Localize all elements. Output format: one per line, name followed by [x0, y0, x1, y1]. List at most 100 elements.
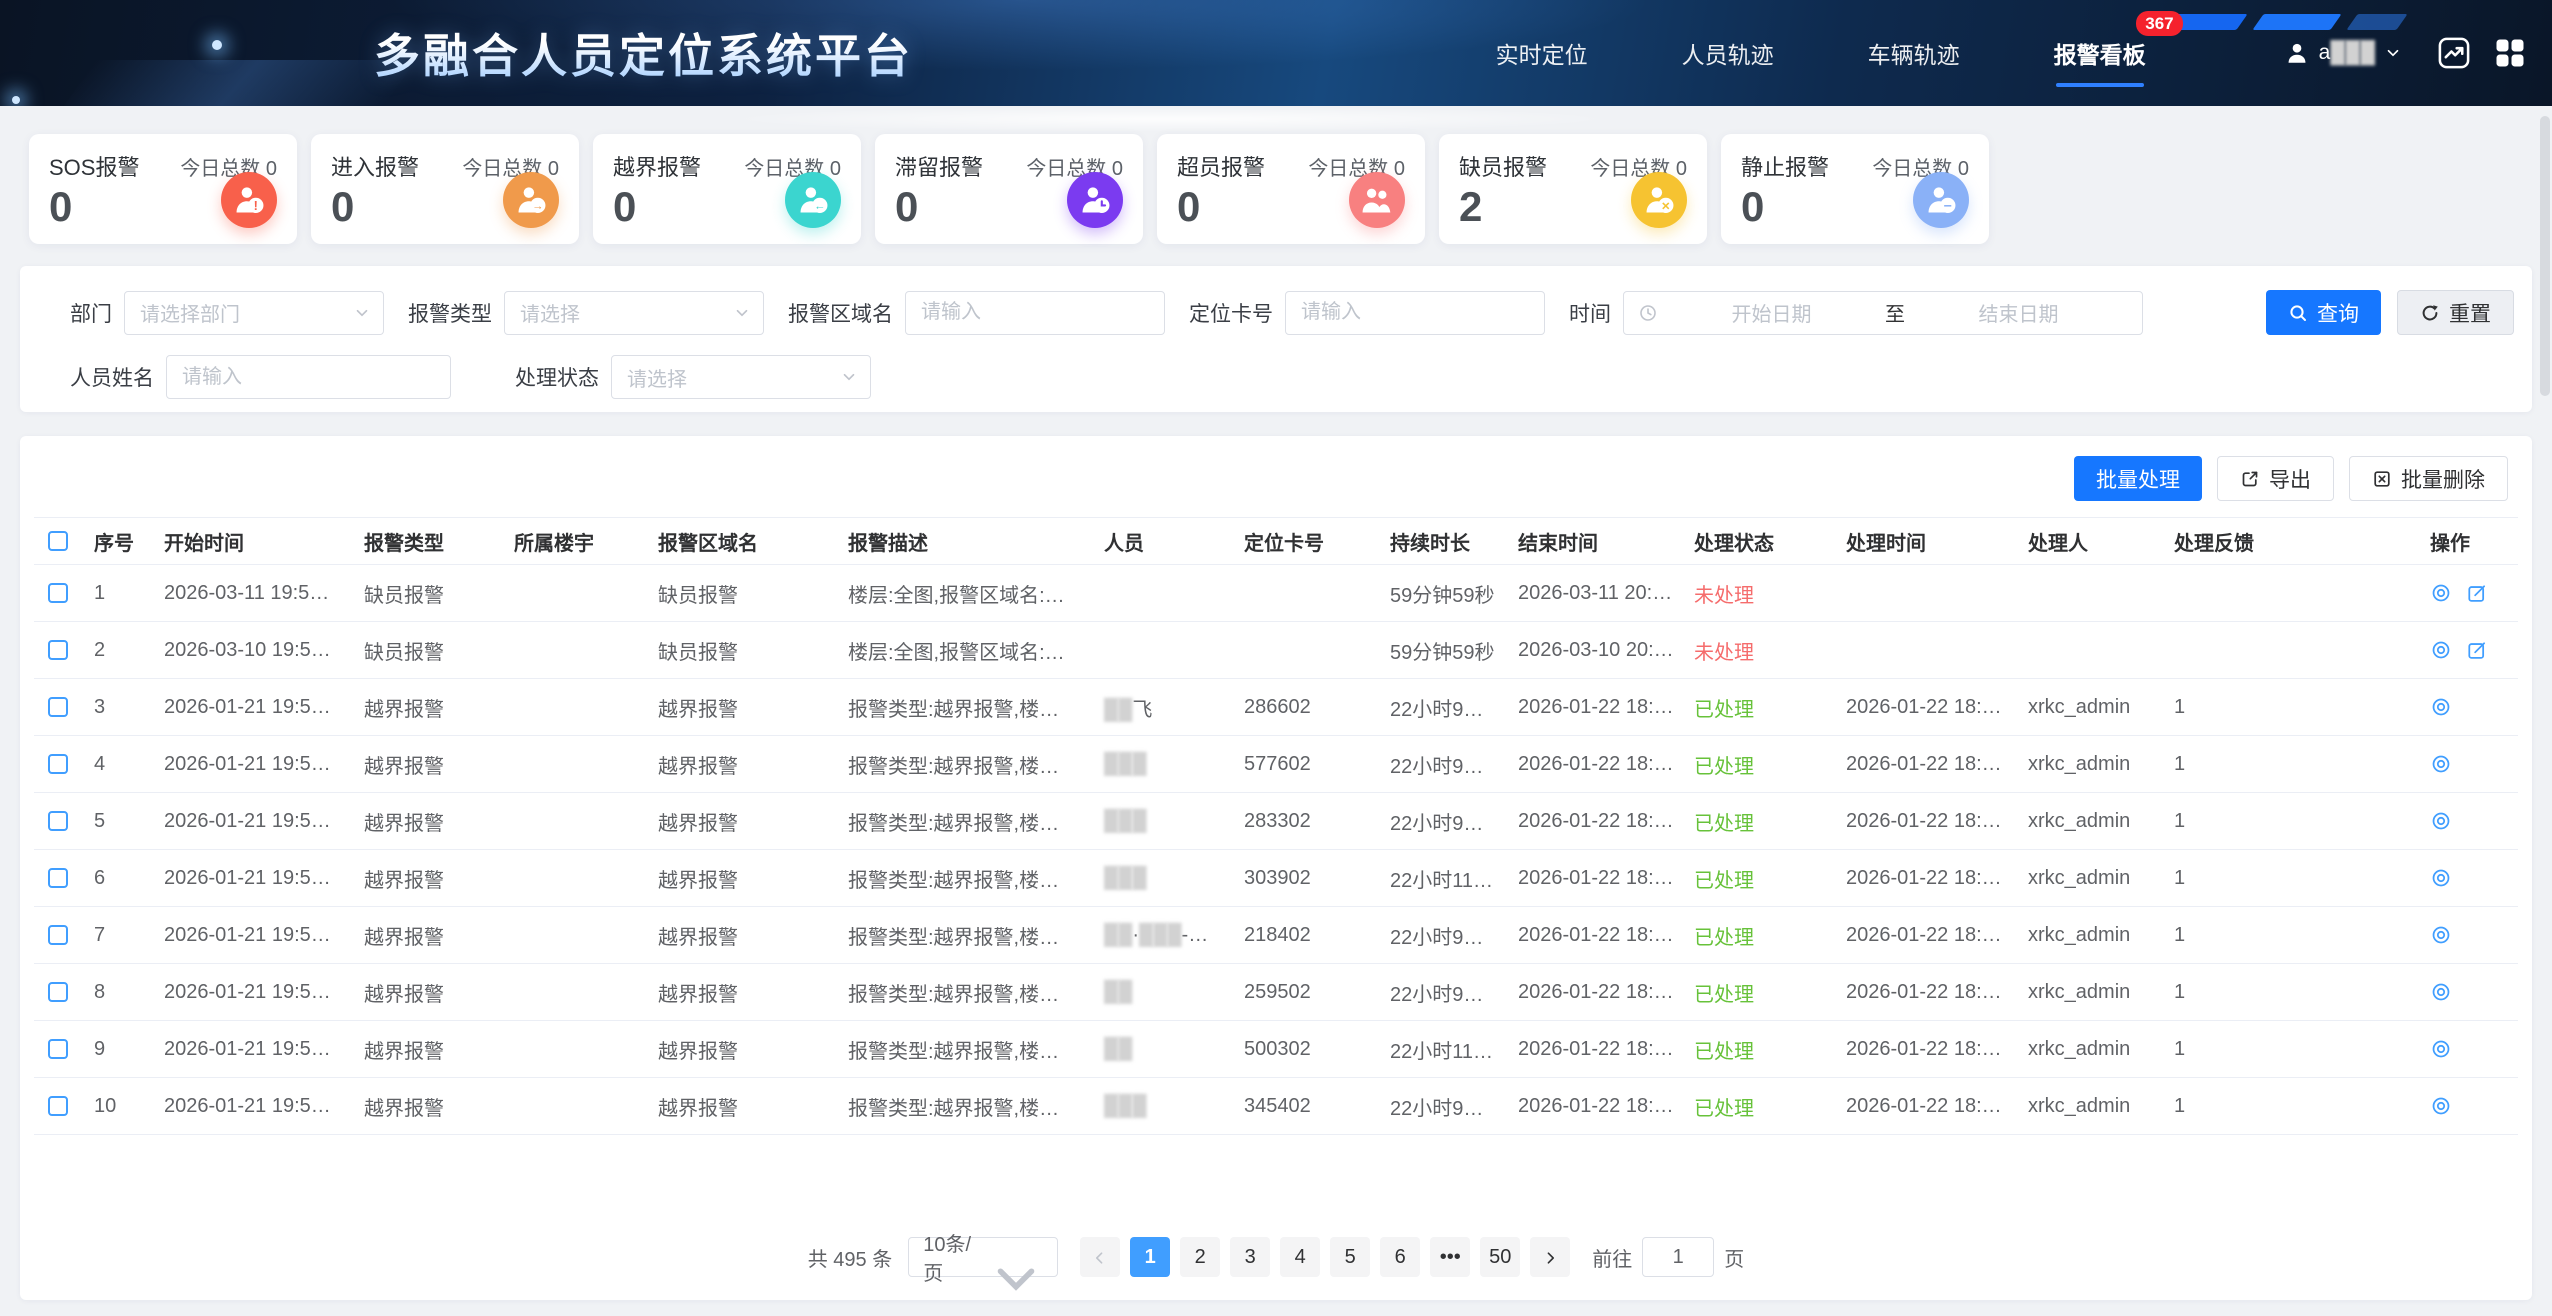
card-no-input[interactable]: [1285, 291, 1545, 335]
page-button-1[interactable]: 1: [1130, 1237, 1170, 1277]
cell: 3: [82, 679, 152, 736]
goto-page-input[interactable]: [1642, 1237, 1714, 1277]
page-size-value: 10条/页: [923, 1228, 985, 1286]
nav-item-报警看板[interactable]: 报警看板367: [2054, 36, 2146, 70]
alarm-type-select[interactable]: 请选择: [504, 291, 764, 335]
view-icon[interactable]: [2430, 639, 2452, 661]
page-button-2[interactable]: 2: [1180, 1237, 1220, 1277]
cell: 越界报警: [646, 850, 836, 907]
user-menu[interactable]: a███: [2284, 40, 2402, 66]
edit-icon[interactable]: [2466, 582, 2488, 604]
cell: 6: [82, 850, 152, 907]
row-checkbox[interactable]: [48, 1039, 68, 1059]
page-size-select[interactable]: 10条/页: [908, 1237, 1058, 1277]
view-icon[interactable]: [2430, 924, 2452, 946]
row-checkbox[interactable]: [48, 868, 68, 888]
next-page-button[interactable]: [1530, 1237, 1570, 1277]
row-checkbox[interactable]: [48, 697, 68, 717]
view-icon[interactable]: [2430, 1095, 2452, 1117]
more-pages-button[interactable]: •••: [1430, 1237, 1470, 1277]
view-icon[interactable]: [2430, 582, 2452, 604]
page-button-3[interactable]: 3: [1230, 1237, 1270, 1277]
cell: 越界报警: [352, 793, 502, 850]
nav-menu: 实时定位 人员轨迹 车辆轨迹 报警看板367: [1496, 36, 2146, 70]
cell: 1: [82, 565, 152, 622]
batch-delete-button[interactable]: 批量删除: [2349, 456, 2508, 501]
stat-card-越界报警: 越界报警今日总数 00←: [593, 134, 861, 244]
cell-person: [1092, 622, 1232, 679]
view-icon[interactable]: [2430, 753, 2452, 775]
cell: 报警类型:越界报警,楼…: [836, 1021, 1092, 1078]
navbar-glow-dot: [12, 96, 20, 104]
export-button[interactable]: 导出: [2217, 456, 2334, 501]
view-icon[interactable]: [2430, 696, 2452, 718]
cell-operations: [2418, 736, 2518, 793]
table-row: 82026-01-21 19:5…越界报警越界报警报警类型:越界报警,楼…██2…: [34, 964, 2518, 1021]
cell: 2026-03-10 20:5…: [1506, 622, 1682, 679]
column-header: 序号: [82, 518, 152, 565]
cell: 越界报警: [646, 907, 836, 964]
stat-card-value: 2: [1459, 186, 1482, 228]
page-button-4[interactable]: 4: [1280, 1237, 1320, 1277]
row-checkbox[interactable]: [48, 982, 68, 1002]
search-button-label: 查询: [2317, 298, 2359, 328]
prev-page-button[interactable]: [1080, 1237, 1120, 1277]
batch-handle-button[interactable]: 批量处理: [2074, 456, 2202, 501]
cell: xrkc_admin: [2016, 1021, 2162, 1078]
cell: 2026-03-11 19:5…: [152, 565, 352, 622]
nav-item-人员轨迹[interactable]: 人员轨迹: [1682, 36, 1774, 70]
cell: 500302: [1232, 1021, 1378, 1078]
svg-text:!: !: [254, 198, 258, 213]
cell: 5: [82, 793, 152, 850]
row-checkbox[interactable]: [48, 925, 68, 945]
table-row: 12026-03-11 19:5…缺员报警缺员报警楼层:全图,报警区域名:…59…: [34, 565, 2518, 622]
row-checkbox[interactable]: [48, 1096, 68, 1116]
row-checkbox[interactable]: [48, 811, 68, 831]
department-select[interactable]: 请选择部门: [124, 291, 384, 335]
page-button-5[interactable]: 5: [1330, 1237, 1370, 1277]
cell: 越界报警: [352, 1078, 502, 1135]
column-header: 开始时间: [152, 518, 352, 565]
date-range-picker[interactable]: 开始日期 至 结束日期: [1623, 291, 2143, 335]
trend-chart-icon[interactable]: [2436, 35, 2472, 71]
person-missing-icon: ×: [1631, 172, 1687, 228]
status-badge: 已处理: [1694, 813, 1754, 835]
cell: 越界报警: [352, 964, 502, 1021]
navbar-glow-dot: [212, 40, 222, 50]
page-button-50[interactable]: 50: [1480, 1237, 1520, 1277]
row-checkbox[interactable]: [48, 583, 68, 603]
row-checkbox[interactable]: [48, 754, 68, 774]
handle-status-select[interactable]: 请选择: [611, 355, 871, 399]
view-icon[interactable]: [2430, 810, 2452, 832]
cell-operations: [2418, 679, 2518, 736]
page-scrollbar[interactable]: [2540, 116, 2550, 1300]
apps-grid-icon[interactable]: [2492, 35, 2528, 71]
end-date-placeholder: 结束日期: [1909, 298, 2128, 327]
view-icon[interactable]: [2430, 1038, 2452, 1060]
scrollbar-thumb[interactable]: [2540, 116, 2550, 396]
cell: [502, 964, 646, 1021]
view-icon[interactable]: [2430, 981, 2452, 1003]
reset-button[interactable]: 重置: [2397, 290, 2514, 335]
edit-icon[interactable]: [2466, 639, 2488, 661]
table-row: 72026-01-21 19:5…越界报警越界报警报警类型:越界报警,楼…██·…: [34, 907, 2518, 964]
cell: 越界报警: [352, 907, 502, 964]
table-toolbar: 批量处理 导出 批量删除: [34, 456, 2518, 501]
cell: xrkc_admin: [2016, 679, 2162, 736]
header-checkbox[interactable]: [48, 531, 68, 551]
person-name-input[interactable]: [166, 355, 451, 399]
status-badge: 已处理: [1694, 1098, 1754, 1120]
cell: 报警类型:越界报警,楼…: [836, 793, 1092, 850]
area-name-input[interactable]: [905, 291, 1165, 335]
view-icon[interactable]: [2430, 867, 2452, 889]
nav-item-实时定位[interactable]: 实时定位: [1496, 36, 1588, 70]
page-button-6[interactable]: 6: [1380, 1237, 1420, 1277]
cell: [2016, 565, 2162, 622]
search-button[interactable]: 查询: [2266, 290, 2381, 335]
cell: 2026-01-21 19:5…: [152, 1021, 352, 1078]
cell: [502, 679, 646, 736]
search-icon: [2288, 303, 2308, 323]
status-badge: 已处理: [1694, 984, 1754, 1006]
nav-item-车辆轨迹[interactable]: 车辆轨迹: [1868, 36, 1960, 70]
row-checkbox[interactable]: [48, 640, 68, 660]
